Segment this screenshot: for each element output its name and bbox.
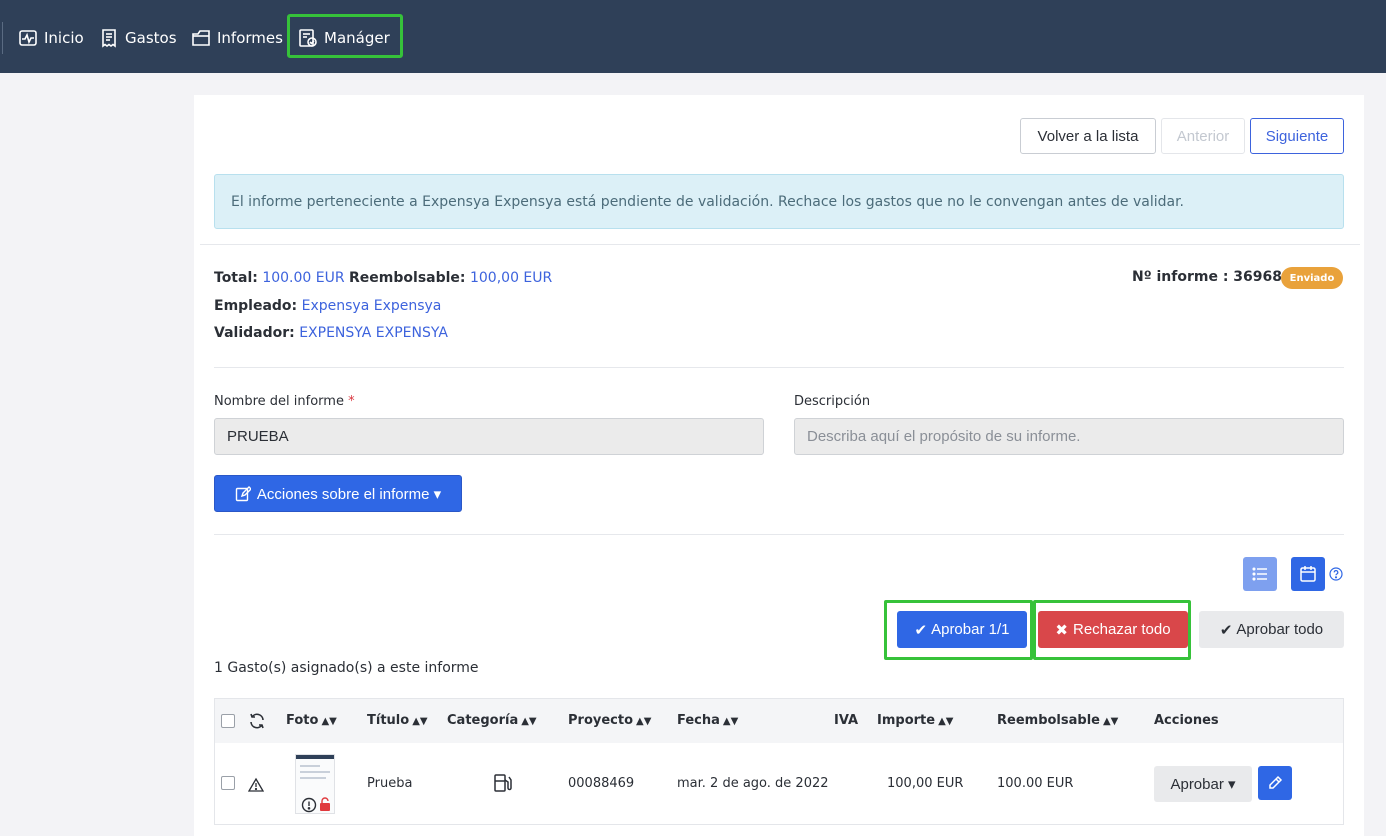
alert-circle-icon (301, 797, 317, 813)
divider (200, 244, 1360, 245)
employee-value: Expensya Expensya (301, 298, 442, 314)
employee-label: Empleado: (214, 298, 298, 314)
column-label: Reembolsable (997, 713, 1100, 728)
employee-line: Empleado: Expensya Expensya (214, 298, 441, 314)
divider (214, 534, 1344, 535)
calendar-icon (1300, 566, 1316, 582)
sort-icon: ▲▼ (321, 716, 337, 727)
expense-date: mar. 2 de ago. de 2022 (677, 776, 829, 791)
check-icon: ✔ (1219, 621, 1233, 639)
report-number: Nº informe : 36968 (1132, 269, 1283, 285)
expense-amount: 100,00 EUR (887, 776, 964, 791)
column-header-iva: IVA (834, 713, 859, 728)
folder-icon (192, 30, 210, 46)
manager-highlight-box (287, 14, 403, 58)
sort-icon: ▲▼ (1102, 716, 1119, 727)
sort-icon: ▲▼ (938, 716, 954, 727)
status-badge: Enviado (1281, 267, 1343, 289)
sort-icon: ▲▼ (412, 716, 428, 727)
nav-label: Gastos (125, 29, 177, 47)
next-button[interactable]: Siguiente (1250, 118, 1344, 154)
column-header-fecha[interactable]: Fecha ▲▼ (677, 713, 738, 728)
report-name-label: Nombre del informe * (214, 394, 355, 409)
nav-item-inicio[interactable]: Inicio (18, 24, 84, 52)
nav-separator (2, 22, 3, 54)
back-to-list-button[interactable]: Volver a la lista (1020, 118, 1156, 154)
approve-highlight-box (884, 600, 1033, 660)
expense-project: 00088469 (568, 776, 635, 791)
sort-icon: ▲▼ (521, 716, 537, 727)
receipt-thumbnail[interactable] (295, 754, 335, 814)
edit-icon (235, 485, 251, 501)
unlock-icon (320, 797, 330, 811)
column-header-categoria[interactable]: Categoría ▲▼ (447, 713, 537, 728)
activity-icon (19, 30, 37, 46)
column-header-titulo[interactable]: Título ▲▼ (367, 713, 428, 728)
expenses-table: Foto ▲▼ Título ▲▼ Categoría ▲▼ Proyecto ▲▼ F… (214, 698, 1344, 825)
expense-reimbursable: 100.00 EUR (997, 776, 1074, 791)
report-actions-dropdown[interactable]: Acciones sobre el informe ▾ (214, 475, 462, 512)
alert-text: El informe perteneciente a Expensya Expe… (231, 193, 1184, 210)
report-card: Volver a la lista Anterior Siguiente El … (194, 95, 1364, 836)
column-label: Fecha (677, 713, 720, 728)
divider (214, 367, 1344, 368)
row-edit-button[interactable] (1258, 766, 1292, 800)
report-name-label-text: Nombre del informe (214, 394, 344, 409)
pending-validation-alert: El informe perteneciente a Expensya Expe… (214, 174, 1344, 229)
expense-title: Prueba (367, 776, 413, 791)
expense-count: 1 Gasto(s) asignado(s) a este informe (214, 660, 479, 676)
column-header-importe[interactable]: Importe ▲▼ (877, 713, 953, 728)
previous-button[interactable]: Anterior (1161, 118, 1245, 154)
totals-line: Total: 100.00 EUR Reembolsable: 100,00 E… (214, 270, 552, 286)
validator-label: Validador: (214, 325, 295, 341)
reject-highlight-box (1033, 600, 1191, 660)
report-actions-label: Acciones sobre el informe ▾ (256, 485, 442, 503)
list-view-button[interactable] (1243, 557, 1277, 591)
required-asterisk: * (348, 394, 355, 409)
help-icon[interactable] (1329, 567, 1343, 581)
column-label: Categoría (447, 713, 519, 728)
row-checkbox[interactable] (221, 776, 235, 790)
column-header-reembolsable[interactable]: Reembolsable ▲▼ (997, 713, 1118, 728)
select-all-checkbox[interactable] (221, 714, 235, 728)
fuel-pump-icon (494, 774, 512, 792)
column-label: Proyecto (568, 713, 634, 728)
reimbursable-label: Reembolsable: (349, 270, 466, 286)
report-name-input[interactable]: PRUEBA (214, 418, 764, 455)
refresh-icon[interactable] (248, 712, 266, 730)
approve-all-button[interactable]: ✔ Aprobar todo (1199, 611, 1344, 648)
calendar-view-button[interactable] (1291, 557, 1325, 591)
column-label: Título (367, 713, 410, 728)
total-value: 100.00 EUR (262, 270, 345, 286)
nav-label: Inicio (44, 29, 84, 47)
nav-label: Informes (217, 29, 283, 47)
column-header-acciones: Acciones (1154, 713, 1219, 728)
table-header: Foto ▲▼ Título ▲▼ Categoría ▲▼ Proyecto ▲▼ F… (215, 699, 1343, 743)
validator-line: Validador: EXPENSYA EXPENSYA (214, 325, 448, 341)
description-label: Descripción (794, 394, 871, 409)
column-label: Importe (877, 713, 936, 728)
sort-icon: ▲▼ (722, 716, 739, 727)
column-header-foto[interactable]: Foto ▲▼ (286, 713, 337, 728)
nav-item-informes[interactable]: Informes (191, 24, 283, 52)
total-label: Total: (214, 270, 258, 286)
validator-value: EXPENSYA EXPENSYA (299, 325, 448, 341)
list-icon (1252, 567, 1267, 581)
column-label: Foto (286, 713, 319, 728)
column-header-proyecto[interactable]: Proyecto ▲▼ (568, 713, 651, 728)
description-input[interactable]: Describa aquí el propósito de su informe… (794, 418, 1344, 455)
nav-item-gastos[interactable]: Gastos (99, 24, 177, 52)
approve-all-label: Aprobar todo (1236, 621, 1324, 638)
row-approve-dropdown[interactable]: Aprobar ▾ (1154, 766, 1252, 802)
sort-icon: ▲▼ (636, 716, 652, 727)
pencil-icon (1269, 775, 1283, 789)
receipt-icon (102, 29, 116, 48)
warning-icon (248, 777, 264, 792)
top-navbar: Inicio Gastos Informes Manáger (0, 0, 1386, 73)
reimbursable-value: 100,00 EUR (469, 270, 553, 286)
